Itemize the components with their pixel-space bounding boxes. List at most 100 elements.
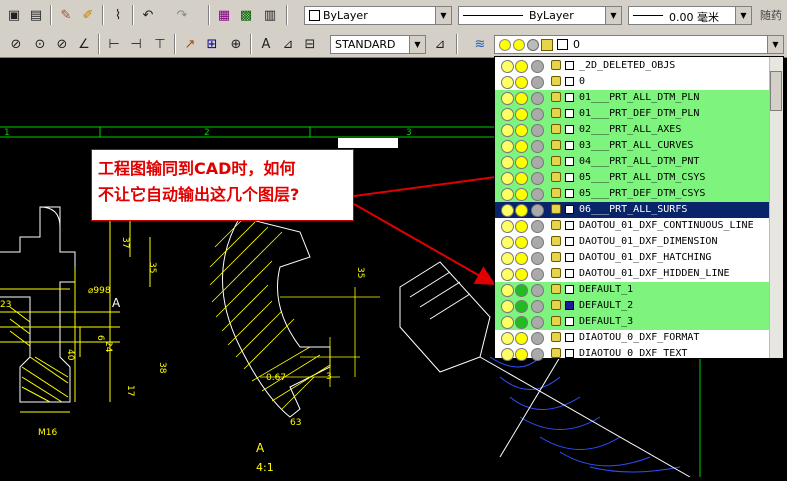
layer-row[interactable]: DAOTOU_01_DXF_HIDDEN_LINE — [495, 266, 771, 282]
lock-icon[interactable] — [551, 204, 561, 214]
sun-icon[interactable] — [515, 236, 528, 249]
layer-color-swatch[interactable] — [565, 157, 574, 166]
sun-icon[interactable] — [515, 316, 528, 329]
layer-row[interactable]: DAOTOU_01_DXF_HATCHING — [495, 250, 771, 266]
viewport-freeze-icon[interactable] — [531, 236, 544, 249]
lightbulb-icon[interactable] — [501, 60, 514, 73]
lock-icon[interactable] — [551, 188, 561, 198]
viewport-freeze-icon[interactable] — [531, 316, 544, 329]
lightbulb-icon[interactable] — [501, 76, 514, 89]
layer-row[interactable]: 05___PRT_DEF_DTM_CSYS — [495, 186, 771, 202]
viewport-freeze-icon[interactable] — [531, 348, 544, 361]
layer-color-swatch[interactable] — [565, 205, 574, 214]
lightbulb-icon[interactable] — [501, 140, 514, 153]
sun-icon[interactable] — [515, 268, 528, 281]
sun-icon[interactable] — [515, 124, 528, 137]
viewport-freeze-icon[interactable] — [531, 124, 544, 137]
lock-icon[interactable] — [551, 60, 561, 70]
layer-row[interactable]: DEFAULT_2 — [495, 298, 771, 314]
sun-icon[interactable] — [515, 108, 528, 121]
lock-icon[interactable] — [551, 236, 561, 246]
lightbulb-icon[interactable] — [501, 236, 514, 249]
layer-color-swatch[interactable] — [565, 301, 574, 310]
scrollbar-thumb[interactable] — [770, 71, 782, 111]
layer-row[interactable]: 02___PRT_ALL_AXES — [495, 122, 771, 138]
sun-icon[interactable] — [515, 92, 528, 105]
lightbulb-icon[interactable] — [501, 92, 514, 105]
layer-color-swatch[interactable] — [565, 77, 574, 86]
sun-icon[interactable] — [515, 140, 528, 153]
layer-color-swatch[interactable] — [565, 333, 574, 342]
layer-color-swatch[interactable] — [565, 285, 574, 294]
layer-row[interactable]: DIAOTOU_0_DXF_FORMAT — [495, 330, 771, 346]
layer-color-swatch[interactable] — [565, 93, 574, 102]
lightbulb-icon[interactable] — [501, 316, 514, 329]
lightbulb-icon[interactable] — [501, 172, 514, 185]
layer-color-swatch[interactable] — [565, 125, 574, 134]
sun-icon[interactable] — [515, 156, 528, 169]
sun-icon[interactable] — [515, 172, 528, 185]
layer-row[interactable]: DIAOTOU_0_DXF_TEXT — [495, 346, 771, 362]
layer-row[interactable]: DAOTOU_01_DXF_DIMENSION — [495, 234, 771, 250]
lock-icon[interactable] — [551, 348, 561, 358]
layer-dropdown-list[interactable]: _2D_DELETED_OBJS 0 01___PRT_ALL_DTM_PLN 01_… — [494, 56, 784, 362]
lightbulb-icon[interactable] — [501, 300, 514, 313]
viewport-freeze-icon[interactable] — [531, 172, 544, 185]
lock-icon[interactable] — [551, 92, 561, 102]
viewport-freeze-icon[interactable] — [531, 300, 544, 313]
sun-icon[interactable] — [515, 220, 528, 233]
viewport-freeze-icon[interactable] — [531, 140, 544, 153]
layer-row[interactable]: 01___PRT_DEF_DTM_PLN — [495, 106, 771, 122]
layer-row[interactable]: 05___PRT_ALL_DTM_CSYS — [495, 170, 771, 186]
viewport-freeze-icon[interactable] — [531, 92, 544, 105]
layer-color-swatch[interactable] — [565, 253, 574, 262]
layer-color-swatch[interactable] — [565, 317, 574, 326]
viewport-freeze-icon[interactable] — [531, 268, 544, 281]
layer-color-swatch[interactable] — [565, 141, 574, 150]
layer-row[interactable]: DEFAULT_3 — [495, 314, 771, 330]
layer-row[interactable]: 0 — [495, 74, 771, 90]
layer-color-swatch[interactable] — [565, 269, 574, 278]
viewport-freeze-icon[interactable] — [531, 76, 544, 89]
lock-icon[interactable] — [551, 332, 561, 342]
layer-row[interactable]: 03___PRT_ALL_CURVES — [495, 138, 771, 154]
lock-icon[interactable] — [551, 172, 561, 182]
lock-icon[interactable] — [551, 108, 561, 118]
lock-icon[interactable] — [551, 156, 561, 166]
layer-row[interactable]: DAOTOU_01_DXF_CONTINUOUS_LINE — [495, 218, 771, 234]
lightbulb-icon[interactable] — [501, 204, 514, 217]
sun-icon[interactable] — [515, 300, 528, 313]
layer-row[interactable]: 06___PRT_ALL_SURFS — [495, 202, 771, 218]
sun-icon[interactable] — [515, 284, 528, 297]
lightbulb-icon[interactable] — [501, 220, 514, 233]
sun-icon[interactable] — [515, 332, 528, 345]
lightbulb-icon[interactable] — [501, 124, 514, 137]
viewport-freeze-icon[interactable] — [531, 204, 544, 217]
layer-row[interactable]: DEFAULT_1 — [495, 282, 771, 298]
viewport-freeze-icon[interactable] — [531, 220, 544, 233]
lightbulb-icon[interactable] — [501, 108, 514, 121]
layer-color-swatch[interactable] — [565, 189, 574, 198]
viewport-freeze-icon[interactable] — [531, 188, 544, 201]
layer-color-swatch[interactable] — [565, 221, 574, 230]
lock-icon[interactable] — [551, 268, 561, 278]
lock-icon[interactable] — [551, 316, 561, 326]
sun-icon[interactable] — [515, 60, 528, 73]
lock-icon[interactable] — [551, 284, 561, 294]
lightbulb-icon[interactable] — [501, 348, 514, 361]
lock-icon[interactable] — [551, 252, 561, 262]
sun-icon[interactable] — [515, 188, 528, 201]
lightbulb-icon[interactable] — [501, 284, 514, 297]
dropdown-scrollbar[interactable] — [769, 57, 783, 358]
lock-icon[interactable] — [551, 124, 561, 134]
lightbulb-icon[interactable] — [501, 268, 514, 281]
viewport-freeze-icon[interactable] — [531, 284, 544, 297]
viewport-freeze-icon[interactable] — [531, 60, 544, 73]
viewport-freeze-icon[interactable] — [531, 108, 544, 121]
lightbulb-icon[interactable] — [501, 156, 514, 169]
lightbulb-icon[interactable] — [501, 332, 514, 345]
lightbulb-icon[interactable] — [501, 188, 514, 201]
layer-color-swatch[interactable] — [565, 109, 574, 118]
layer-row[interactable]: 04___PRT_ALL_DTM_PNT — [495, 154, 771, 170]
lightbulb-icon[interactable] — [501, 252, 514, 265]
